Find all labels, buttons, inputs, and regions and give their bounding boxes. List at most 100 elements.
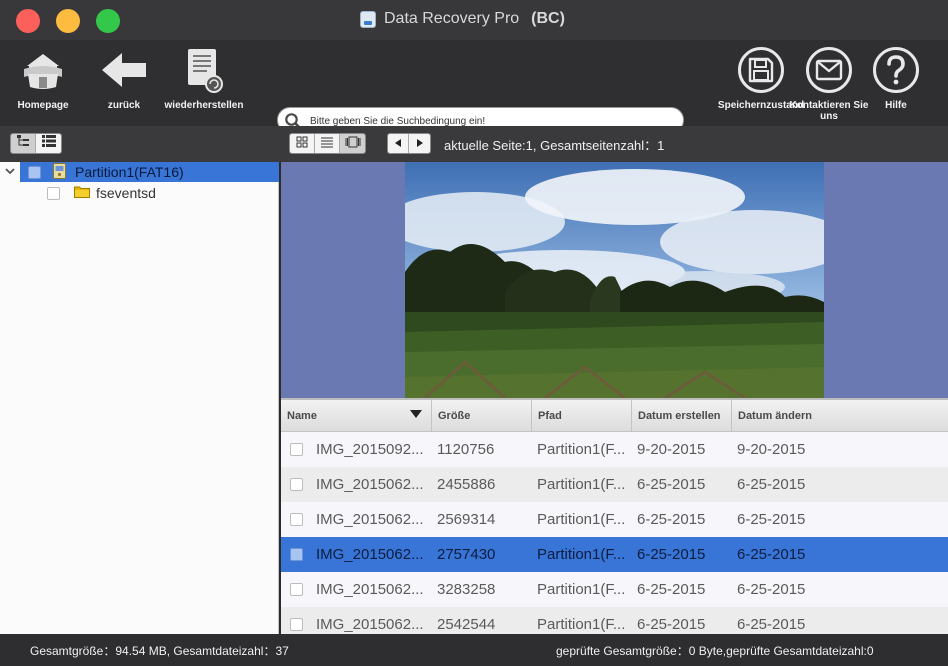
homepage-button[interactable]: Homepage [12, 40, 74, 126]
cell-name: IMG_2015062... [316, 546, 424, 563]
list-view-button[interactable] [36, 134, 61, 153]
table-row[interactable]: IMG_2015062... 3283258 Partition1(F... 6-25… [281, 572, 948, 607]
table-row[interactable]: IMG_2015062... 2455886 Partition1(F... 6-25… [281, 467, 948, 502]
question-mark-icon [873, 47, 919, 93]
tree-item-label: fseventsd [96, 185, 156, 201]
preview-image [405, 162, 824, 398]
cell-modified: 6-25-2015 [737, 511, 806, 528]
cell-path: Partition1(F... [537, 616, 626, 633]
cell-name: IMG_2015062... [316, 616, 424, 633]
tree-expand-toggle[interactable] [0, 162, 20, 182]
cell-size: 2569314 [437, 511, 496, 528]
triangle-left-icon [393, 135, 403, 153]
column-header-created[interactable]: Datum erstellen [632, 400, 732, 432]
window-title: Data Recovery Pro (BC) [360, 8, 565, 30]
contact-button[interactable]: Kontaktieren Sie uns [788, 40, 870, 126]
row-checkbox[interactable] [290, 443, 303, 456]
cell-name: IMG_2015062... [316, 476, 424, 493]
restore-button[interactable]: wiederherstellen [158, 40, 250, 126]
table-header: Name Größe Pfad Datum erstellen Datum än… [281, 398, 948, 432]
cell-size: 2542544 [437, 616, 496, 633]
column-header-size[interactable]: Größe [432, 400, 532, 432]
tree-item-label: Partition1(FAT16) [75, 164, 184, 180]
image-preview-pane [281, 162, 948, 398]
cell-created: 6-25-2015 [637, 546, 706, 563]
tree-item-partition[interactable]: Partition1(FAT16) [20, 162, 279, 182]
restore-document-icon [182, 40, 226, 100]
row-checkbox[interactable] [290, 583, 303, 596]
help-label: Hilfe [885, 100, 907, 111]
cell-path: Partition1(F... [537, 581, 626, 598]
triangle-right-icon [415, 135, 425, 153]
contact-label: Kontaktieren Sie uns [789, 100, 869, 122]
partition-tree: Partition1(FAT16) fseventsd [0, 162, 279, 634]
cell-path: Partition1(F... [537, 511, 626, 528]
tree-view-button[interactable] [11, 134, 36, 153]
tree-checkbox-partition[interactable] [28, 165, 41, 179]
cell-modified: 6-25-2015 [737, 546, 806, 563]
cover-flow-button[interactable] [340, 134, 365, 153]
row-checkbox[interactable] [290, 548, 303, 561]
cell-modified: 9-20-2015 [737, 441, 806, 458]
row-checkbox[interactable] [290, 513, 303, 526]
cell-name: IMG_2015062... [316, 511, 424, 528]
table-row[interactable]: IMG_2015062... 2542544 Partition1(F... 6-25… [281, 607, 948, 634]
cell-modified: 6-25-2015 [737, 616, 806, 633]
help-button[interactable]: Hilfe [866, 40, 926, 126]
cell-created: 6-25-2015 [637, 581, 706, 598]
back-label: zurück [107, 100, 141, 111]
tree-item-folder[interactable]: fseventsd [47, 183, 279, 203]
back-button[interactable]: zurück [96, 40, 152, 126]
checked-size-status: geprüfte Gesamtgröße：0 Byte,geprüfte Ges… [556, 644, 874, 658]
cell-modified: 6-25-2015 [737, 476, 806, 493]
table-row[interactable]: IMG_2015062... 2757430 Partition1(F... 6-25… [281, 537, 948, 572]
zoom-window-button[interactable] [96, 9, 120, 33]
cell-path: Partition1(F... [537, 476, 626, 493]
status-bar: Gesamtgröße：94.54 MB, Gesamtdateizahl：37… [0, 634, 948, 666]
drive-icon [53, 162, 66, 182]
close-window-button[interactable] [16, 9, 40, 33]
sort-descending-icon [409, 400, 423, 432]
total-size-status: Gesamtgröße：94.54 MB, Gesamtdateizahl：37 [30, 644, 289, 658]
cell-size: 1120756 [437, 441, 495, 458]
toolbar: Homepage zurück wiederherstellen Bitte g… [0, 40, 948, 133]
file-table: Name Größe Pfad Datum erstellen Datum än… [281, 398, 948, 634]
window-title-suffix: (BC) [531, 10, 565, 27]
table-row[interactable]: IMG_2015062... 2569314 Partition1(F... 6-25… [281, 502, 948, 537]
page-navigation [387, 133, 431, 154]
cell-created: 6-25-2015 [637, 511, 706, 528]
column-header-modified[interactable]: Datum ändern [732, 400, 948, 432]
tree-view-icon [16, 134, 30, 153]
cell-name: IMG_2015092... [316, 441, 424, 458]
cell-name: IMG_2015062... [316, 581, 424, 598]
floppy-disk-icon [738, 47, 784, 93]
details-view-button[interactable] [315, 134, 340, 153]
tree-checkbox-folder[interactable] [47, 186, 60, 200]
back-arrow-icon [100, 40, 148, 100]
row-checkbox[interactable] [290, 478, 303, 491]
restore-label: wiederherstellen [164, 100, 244, 111]
folder-icon [74, 185, 90, 201]
column-header-name[interactable]: Name [281, 400, 432, 432]
details-list-icon [320, 135, 334, 153]
cell-size: 2455886 [437, 476, 496, 493]
table-row[interactable]: IMG_2015092... 1120756 Partition1(F... 9-20… [281, 432, 948, 467]
grid-icon [296, 135, 308, 153]
tree-view-toggle [10, 133, 62, 154]
cell-created: 6-25-2015 [637, 476, 706, 493]
cell-modified: 6-25-2015 [737, 581, 806, 598]
column-header-path[interactable]: Pfad [532, 400, 632, 432]
row-checkbox[interactable] [290, 618, 303, 631]
app-icon [360, 10, 376, 28]
previous-page-button[interactable] [388, 134, 409, 153]
cell-path: Partition1(F... [537, 441, 626, 458]
next-page-button[interactable] [409, 134, 430, 153]
envelope-icon [806, 47, 852, 93]
grid-view-button[interactable] [290, 134, 315, 153]
minimize-window-button[interactable] [56, 9, 80, 33]
chevron-down-icon [4, 164, 16, 180]
cell-created: 6-25-2015 [637, 616, 706, 633]
window-title-text: Data Recovery Pro [384, 10, 520, 27]
cover-flow-icon [344, 135, 362, 153]
page-info: aktuelle Seite:1, Gesamtseitenzahl：1 [444, 138, 665, 153]
